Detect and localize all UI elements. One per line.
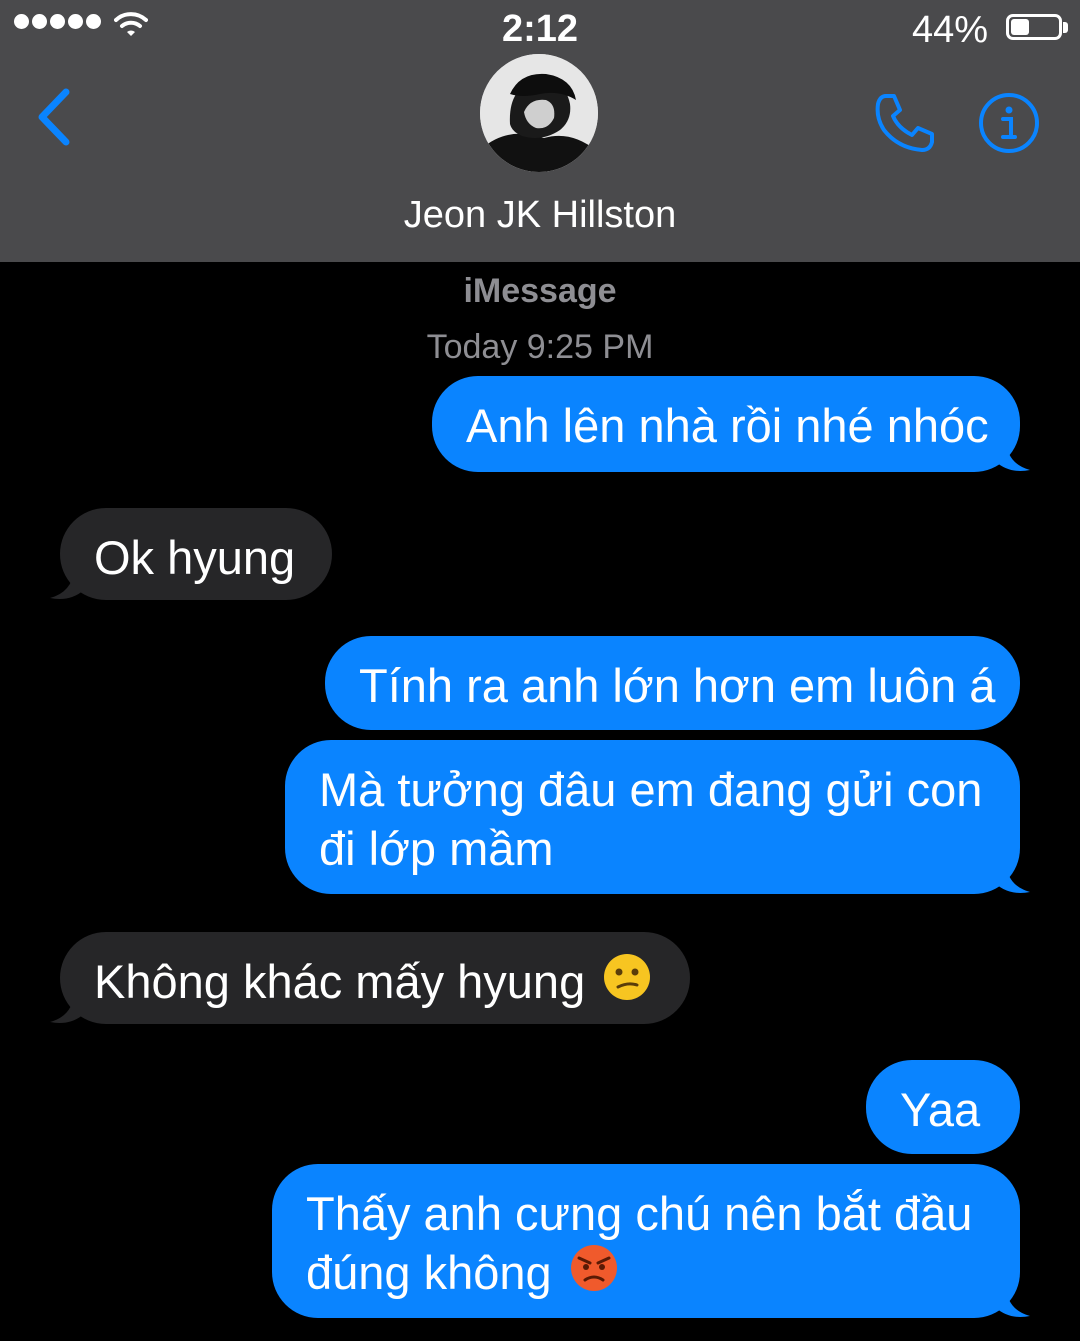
message-text: Tính ra anh lớn hơn em luôn á: [359, 659, 996, 712]
sent-message-bubble[interactable]: Anh lên nhà rồi nhé nhóc: [432, 376, 1020, 472]
sent-message-bubble[interactable]: Yaa: [866, 1060, 1020, 1154]
battery-tip: [1063, 22, 1068, 33]
bubble-tail: [996, 442, 1030, 471]
message-text: Ok hyung: [94, 531, 296, 584]
status-bar: 2:12 44%: [0, 0, 1080, 58]
message-text: Anh lên nhà rồi nhé nhóc: [466, 399, 989, 452]
contact-avatar[interactable]: [480, 54, 598, 172]
bubble-tail: [50, 994, 84, 1023]
contact-name[interactable]: Jeon JK Hillston: [0, 194, 1080, 237]
avatar-photo: [480, 54, 598, 172]
bubble-tail: [996, 864, 1030, 893]
message-text: Mà tưởng đâu em đang gửi con đi lớp mầm: [319, 763, 983, 875]
message-text: Yaa: [900, 1083, 981, 1136]
back-button[interactable]: [30, 84, 84, 154]
service-label: iMessage: [463, 272, 617, 310]
message-text: Không khác mấy hyung: [94, 955, 586, 1008]
conversation-header: 2:12 44% Jeon JK Hillston: [0, 0, 1080, 262]
info-icon: [979, 93, 1039, 153]
info-button[interactable]: [978, 92, 1040, 154]
bubble-tail: [50, 570, 84, 599]
messages-screen: 2:12 44% Jeon JK Hillston iMessage Today…: [0, 0, 1080, 1341]
phone-icon: [875, 94, 934, 152]
received-message-bubble[interactable]: Không khác mấy hyung: [60, 932, 690, 1024]
conversation-timestamp: Today 9:25 PM: [426, 328, 654, 366]
battery-icon: [1006, 14, 1062, 40]
bubble-tail: [996, 1288, 1030, 1317]
confused-face-icon: [604, 954, 651, 1000]
sent-message-bubble[interactable]: Mà tưởng đâu em đang gửi con đi lớp mầm: [285, 740, 1020, 894]
battery-level: [1011, 19, 1029, 35]
angry-face-icon: [570, 1245, 617, 1291]
sent-message-bubble[interactable]: Tính ra anh lớn hơn em luôn á: [325, 636, 1020, 730]
battery-percentage: 44%: [911, 9, 988, 51]
sent-message-bubble[interactable]: Thấy anh cưng chú nên bắt đầu đúng không: [272, 1164, 1020, 1318]
received-message-bubble[interactable]: Ok hyung: [60, 508, 332, 600]
chevron-left-icon: [38, 88, 70, 146]
message-text: Thấy anh cưng chú nên bắt đầu đúng không: [306, 1187, 973, 1299]
call-button[interactable]: [872, 90, 938, 156]
